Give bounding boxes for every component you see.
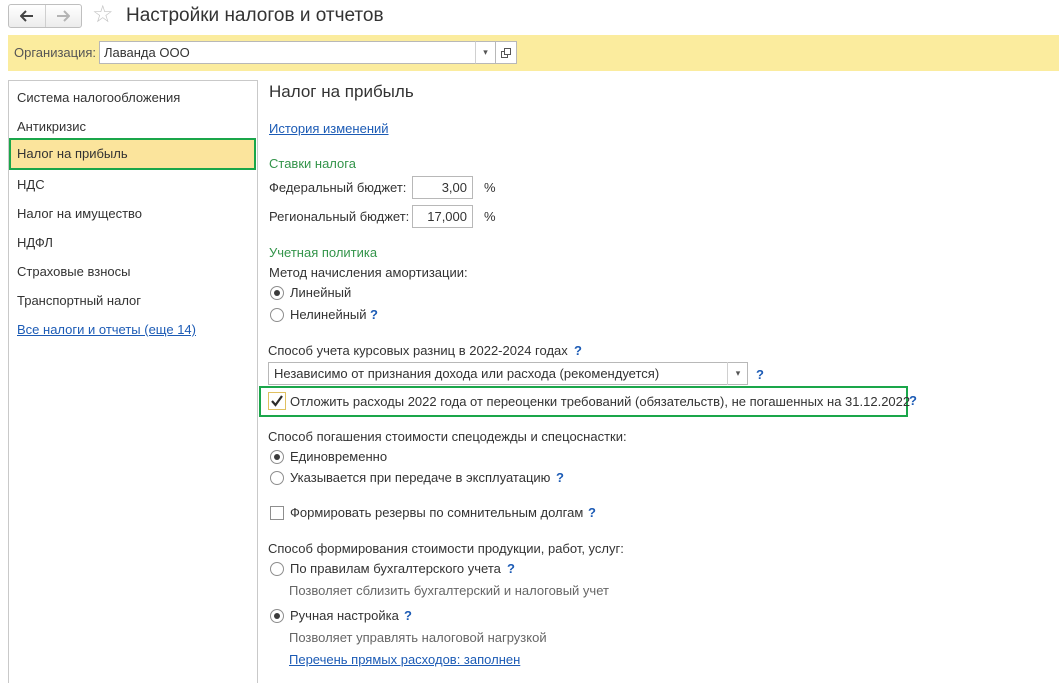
help-icon[interactable]: ? [404,608,412,623]
nav-buttons [8,4,82,28]
arrow-left-icon [19,10,33,22]
reserves-label[interactable]: Формировать резервы по сомнительным долг… [290,505,583,520]
sidebar-item-property-tax[interactable]: Налог на имущество [9,199,257,228]
sidebar-item-taxation-system[interactable]: Система налогообложения [9,83,257,112]
sidebar-item-anticrisis[interactable]: Антикризис [9,112,257,141]
direct-costs-link[interactable]: Перечень прямых расходов: заполнен [289,652,520,667]
forward-button[interactable] [44,5,82,27]
radio-linear-label[interactable]: Линейный [290,285,351,300]
regional-label: Региональный бюджет: [269,209,410,224]
sidebar-item-transport-tax[interactable]: Транспортный налог [9,286,257,315]
chevron-down-icon[interactable]: ▾ [475,41,496,64]
help-icon[interactable]: ? [588,505,596,520]
organization-bar: Организация: Лаванда ООО ▾ [8,35,1059,71]
federal-unit: % [484,180,496,195]
radio-nonlinear-label[interactable]: Нелинейный [290,307,367,322]
workwear-label: Способ погашения стоимости спецодежды и … [268,429,627,444]
help-icon[interactable]: ? [370,307,378,322]
cost-accounting-hint: Позволяет сблизить бухгалтерский и налог… [289,583,609,598]
federal-rate-input[interactable]: 3,00 [412,176,473,199]
radio-workwear-transfer-label[interactable]: Указывается при передаче в эксплуатацию [290,470,550,485]
help-icon[interactable]: ? [507,561,515,576]
exchange-label: Способ учета курсовых разниц в 2022-2024… [268,343,568,358]
arrow-right-icon [57,10,71,22]
radio-workwear-once[interactable] [270,450,284,464]
help-icon[interactable]: ? [756,367,764,382]
radio-cost-accounting[interactable] [270,562,284,576]
regional-unit: % [484,209,496,224]
org-label: Организация: [14,45,97,60]
cost-manual-hint: Позволяет управлять налоговой нагрузкой [289,630,547,645]
regional-rate-input[interactable]: 17,000 [412,205,473,228]
radio-cost-manual-label[interactable]: Ручная настройка [290,608,399,623]
reserves-checkbox[interactable] [270,506,284,520]
rates-title: Ставки налога [269,156,356,171]
help-icon[interactable]: ? [556,470,564,485]
open-icon[interactable] [496,41,517,64]
page-title: Настройки налогов и отчетов [126,5,384,26]
sidebar-item-ndfl[interactable]: НДФЛ [9,228,257,257]
cost-label: Способ формирования стоимости продукции,… [268,541,624,556]
radio-linear[interactable] [270,286,284,300]
back-button[interactable] [9,5,45,27]
help-icon[interactable]: ? [574,343,582,358]
chevron-down-icon[interactable]: ▾ [727,362,748,385]
defer-label[interactable]: Отложить расходы 2022 года от переоценки… [290,394,910,409]
org-field[interactable]: Лаванда ООО [99,41,496,64]
depreciation-label: Метод начисления амортизации: [269,265,468,280]
radio-cost-manual[interactable] [270,609,284,623]
radio-workwear-once-label[interactable]: Единовременно [290,449,387,464]
history-link[interactable]: История изменений [269,121,389,136]
federal-label: Федеральный бюджет: [269,180,407,195]
policy-title: Учетная политика [269,245,378,260]
defer-checkbox[interactable] [268,392,286,410]
sidebar-item-vat[interactable]: НДС [9,170,257,199]
sidebar-all-taxes-link[interactable]: Все налоги и отчеты (еще 14) [9,315,257,344]
all-taxes-link-text[interactable]: Все налоги и отчеты (еще 14) [17,322,196,337]
star-icon[interactable]: ☆ [92,2,114,28]
radio-nonlinear[interactable] [270,308,284,322]
exchange-select[interactable]: Независимо от признания дохода или расхо… [268,362,748,385]
sidebar-item-insurance[interactable]: Страховые взносы [9,257,257,286]
section-heading: Налог на прибыль [269,82,414,101]
help-icon[interactable]: ? [909,393,917,408]
radio-workwear-transfer[interactable] [270,471,284,485]
sidebar: Система налогообложения Антикризис Налог… [8,80,258,683]
sidebar-item-profit-tax[interactable]: Налог на прибыль [9,138,256,170]
radio-cost-accounting-label[interactable]: По правилам бухгалтерского учета [290,561,501,576]
checkmark-icon [271,395,283,407]
